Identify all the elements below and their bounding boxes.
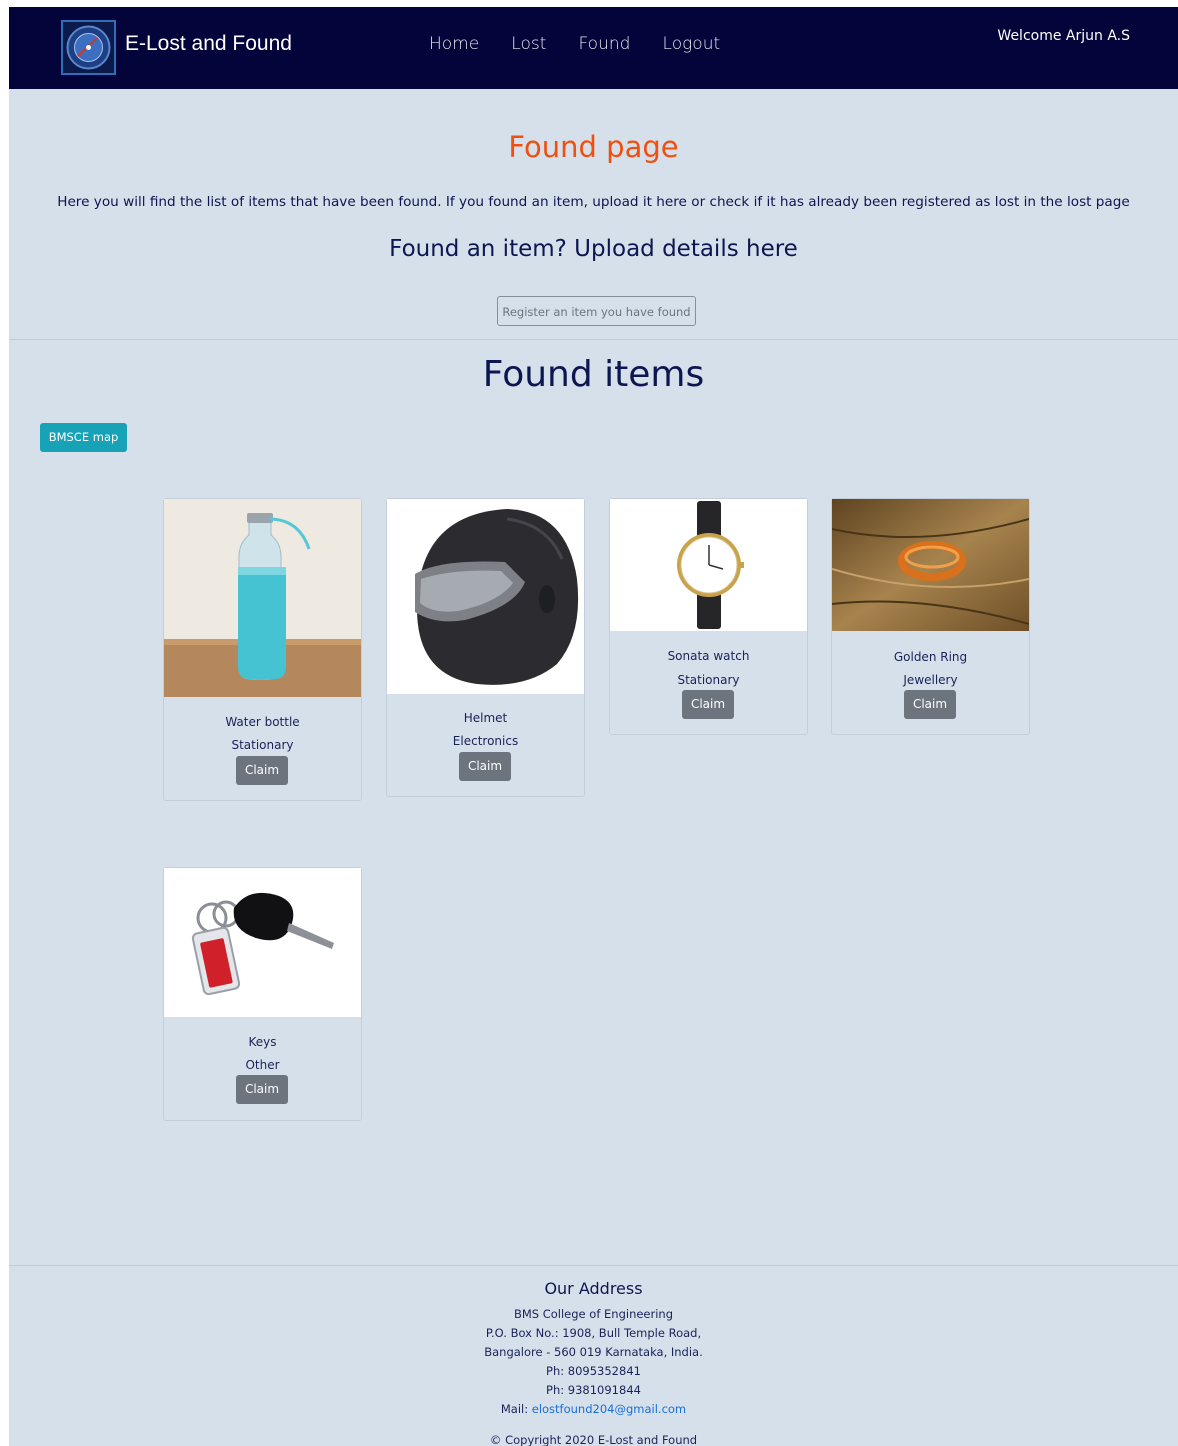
footer-address-line: BMS College of Engineering [513, 1307, 674, 1321]
item-category: Stationary [231, 738, 294, 752]
nav-lost-link[interactable]: Lost [511, 34, 546, 54]
claim-button[interactable]: Claim [904, 690, 956, 719]
welcome-user-text: Welcome Arjun A.S [997, 28, 1130, 44]
footer-mail-line: Mail: elostfound204@gmail.com [9, 1402, 1178, 1416]
claim-button[interactable]: Claim [236, 1075, 288, 1104]
mail-link[interactable]: elostfound204@gmail.com [532, 1402, 686, 1416]
footer-phone-line: Ph: 8095352841 [546, 1364, 641, 1378]
watch-image [610, 499, 807, 631]
page: E-Lost and Found Home Lost Found Logout … [9, 7, 1178, 1446]
mail-label: Mail: [500, 1402, 532, 1416]
college-logo-icon[interactable] [61, 20, 116, 75]
found-items-heading: Found items [482, 354, 705, 395]
helmet-image [387, 499, 584, 694]
item-name: Sonata watch [667, 649, 750, 663]
item-name: Helmet [463, 711, 508, 725]
page-title: Found page [508, 130, 679, 164]
keys-image [164, 868, 361, 1017]
nav-home-link[interactable]: Home [429, 34, 479, 54]
footer-divider [9, 1265, 1178, 1266]
item-category: Other [245, 1058, 280, 1072]
item-card-water-bottle: Water bottle Stationary Claim [163, 498, 362, 801]
page-description: Here you will find the list of items tha… [57, 194, 1130, 210]
upload-heading: Found an item? Upload details here [389, 236, 798, 262]
item-category: Jewellery [903, 673, 958, 687]
footer-phone-line: Ph: 9381091844 [546, 1383, 641, 1397]
nav-found-link[interactable]: Found [579, 34, 631, 54]
item-card-sonata-watch: Sonata watch Stationary Claim [609, 498, 808, 735]
claim-button[interactable]: Claim [459, 752, 511, 781]
item-category: Electronics [452, 734, 519, 748]
nav-logout-link[interactable]: Logout [663, 34, 721, 54]
item-card-keys: Keys Other Claim [163, 867, 362, 1121]
ring-image [832, 499, 1029, 631]
item-card-helmet: Helmet Electronics Claim [386, 498, 585, 797]
section-divider [9, 339, 1178, 340]
claim-button[interactable]: Claim [236, 756, 288, 785]
item-name: Keys [248, 1035, 277, 1049]
footer-address-line: P.O. Box No.: 1908, Bull Temple Road, [485, 1326, 702, 1340]
item-name: Water bottle [225, 715, 300, 729]
register-found-item-button[interactable]: Register an item you have found [497, 296, 696, 326]
navbar: E-Lost and Found Home Lost Found Logout … [9, 7, 1178, 89]
nav-menu: Home Lost Found Logout [429, 34, 747, 54]
footer-address-line: Bangalore - 560 019 Karnataka, India. [484, 1345, 703, 1359]
brand-name[interactable]: E-Lost and Found [125, 32, 292, 56]
claim-button[interactable]: Claim [682, 690, 734, 719]
item-name: Golden Ring [893, 650, 968, 664]
footer-title: Our Address [544, 1279, 643, 1298]
copyright-text: © Copyright 2020 E-Lost and Found [489, 1433, 698, 1446]
water-bottle-image [164, 499, 361, 697]
item-card-golden-ring: Golden Ring Jewellery Claim [831, 498, 1030, 735]
bmsce-map-button[interactable]: BMSCE map [40, 423, 127, 452]
item-category: Stationary [677, 673, 740, 687]
